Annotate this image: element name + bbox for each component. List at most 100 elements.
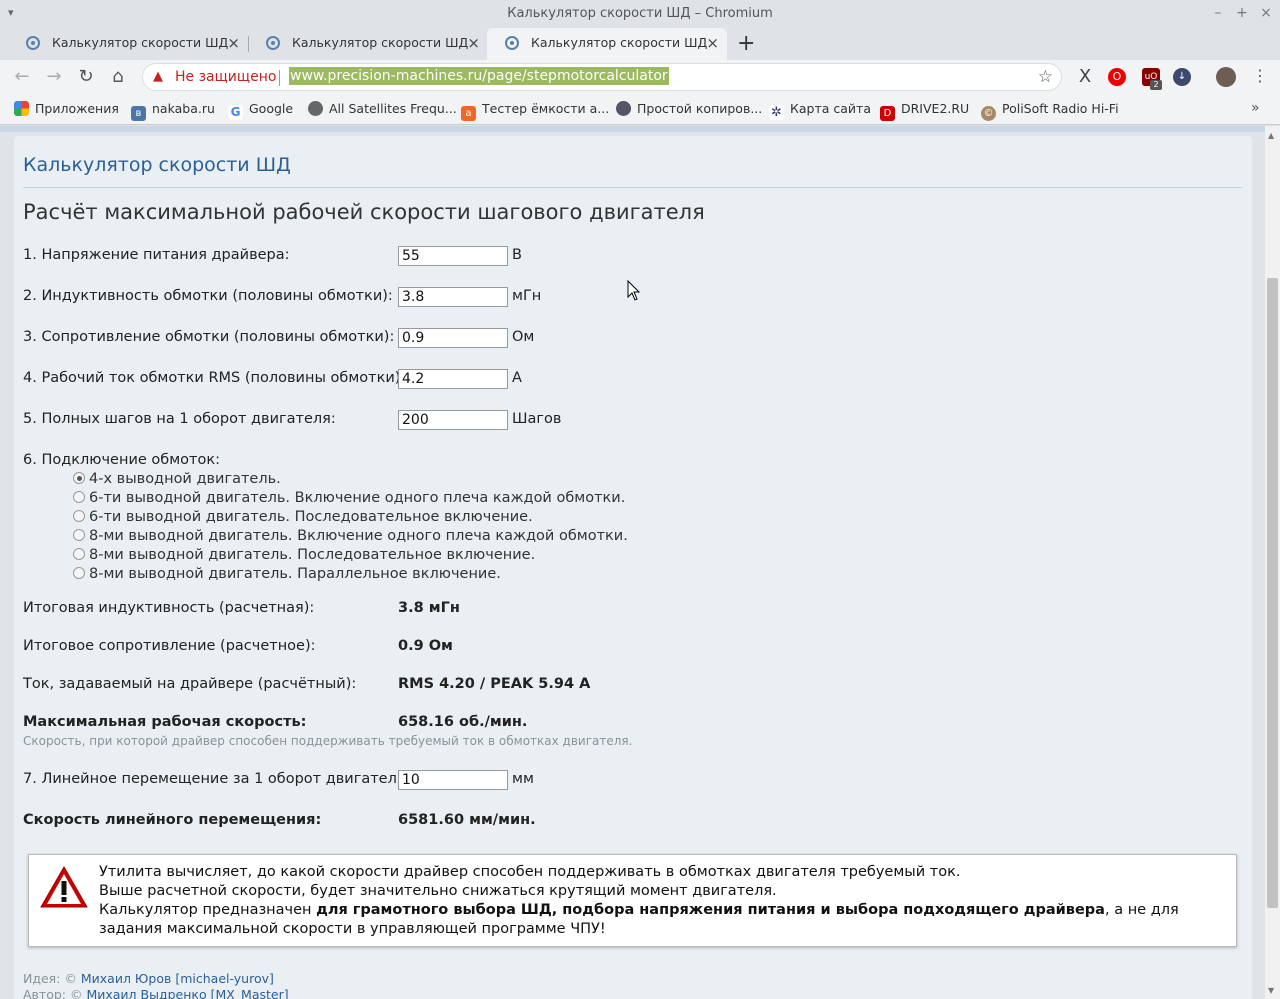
notice-line-2: Выше расчетной скорости, будет значитель… <box>99 883 777 899</box>
inductance-input[interactable] <box>398 287 508 307</box>
credit-idea-link[interactable]: Михаил Юров [michael-yurov] <box>81 971 274 986</box>
maximize-icon[interactable]: + <box>1234 5 1250 21</box>
bookmark-tester[interactable]: a Тестер ёмкости а... <box>461 101 609 121</box>
x-extension-icon[interactable]: X <box>1076 68 1094 86</box>
option-label: 4-х выводной двигатель. <box>89 471 281 487</box>
tab-1[interactable]: Калькулятор скорости ШД × <box>8 28 248 60</box>
option-label: 8-ми выводной двигатель. Параллельное вк… <box>89 566 501 582</box>
bookmark-polisoft[interactable]: © PoliSoft Radio Hi-Fi <box>981 101 1119 121</box>
globe-icon <box>308 101 323 116</box>
tab-close-icon[interactable]: × <box>227 34 240 52</box>
browser-toolbar: ← → ↻ ⌂ ▲ Не защищено www.precision-mach… <box>0 60 1280 94</box>
tab-close-icon[interactable]: × <box>467 34 480 52</box>
bookmark-apps[interactable]: Приложения <box>14 101 119 116</box>
option-label: 8-ми выводной двигатель. Последовательно… <box>89 547 536 563</box>
bookmark-label: PoliSoft Radio Hi-Fi <box>1002 101 1119 116</box>
linear-label: 7. Линейное перемещение за 1 оборот двиг… <box>23 771 411 787</box>
bookmark-label: Google <box>249 101 294 116</box>
linear-input[interactable] <box>398 770 508 790</box>
tab-2[interactable]: Калькулятор скорости ШД × <box>248 28 488 60</box>
bookmarks-overflow-icon[interactable]: » <box>1251 100 1260 116</box>
tab-label: Калькулятор скорости ШД <box>292 35 469 50</box>
aliexpress-icon: a <box>461 106 476 121</box>
option-label: 8-ми выводной двигатель. Включение одног… <box>89 528 628 544</box>
close-window-icon[interactable]: × <box>1258 5 1274 21</box>
forward-icon[interactable]: → <box>43 66 65 88</box>
bookmark-sitemap[interactable]: ✲ Карта сайта <box>769 101 871 120</box>
linear-speed-value: 6581.60 мм/мин. <box>398 812 536 828</box>
url-text[interactable]: www.precision-machines.ru/page/stepmotor… <box>289 67 669 85</box>
voltage-input[interactable] <box>398 246 508 266</box>
connection-option-5[interactable]: 8-ми выводной двигатель. Последовательно… <box>73 547 535 563</box>
warning-notice: Утилита вычисляет, до какой скорости дра… <box>28 854 1237 947</box>
connection-option-4[interactable]: 8-ми выводной двигатель. Включение одног… <box>73 528 628 544</box>
radio[interactable] <box>73 491 85 503</box>
radio[interactable] <box>73 567 85 579</box>
address-bar[interactable]: ▲ Не защищено www.precision-machines.ru/… <box>142 63 1062 91</box>
credit-prefix: Автор: © <box>23 987 87 999</box>
tab-close-icon[interactable]: × <box>706 34 719 52</box>
resistance-input[interactable] <box>398 328 508 348</box>
notice-line-3-start: Калькулятор предназначен <box>99 902 317 918</box>
radio[interactable] <box>73 529 85 541</box>
new-tab-icon[interactable]: + <box>737 31 755 56</box>
bookmark-copier[interactable]: Простой копиров... <box>616 101 762 116</box>
total-inductance-value: 3.8 мГн <box>398 600 460 616</box>
download-extension-icon[interactable]: ↓ <box>1173 68 1191 86</box>
bookmark-label: Приложения <box>35 101 119 116</box>
tab-3-active[interactable]: Калькулятор скорости ШД × <box>487 28 727 60</box>
current-input[interactable] <box>398 369 508 389</box>
heading-divider <box>23 187 1242 188</box>
back-icon[interactable]: ← <box>11 66 33 88</box>
vk-icon: в <box>131 106 146 121</box>
driver-current-label: Ток, задаваемый на драйвере (расчётный): <box>23 676 357 692</box>
bookmark-star-icon[interactable]: ☆ <box>1038 67 1053 87</box>
polisoft-icon: © <box>981 106 996 121</box>
inductance-unit: мГн <box>512 288 542 304</box>
option-label: 6-ти выводной двигатель. Включение одног… <box>89 490 626 506</box>
bookmark-satellites[interactable]: All Satellites Frequ... <box>308 101 457 116</box>
drive2-icon: D <box>880 106 895 121</box>
connection-option-2[interactable]: 6-ти выводной двигатель. Включение одног… <box>73 490 625 506</box>
steps-label: 5. Полных шагов на 1 оборот двигателя: <box>23 411 336 427</box>
minimize-icon[interactable]: – <box>1210 5 1226 21</box>
steps-input[interactable] <box>398 410 508 430</box>
home-icon[interactable]: ⌂ <box>107 66 129 88</box>
bookmark-google[interactable]: G Google <box>228 101 293 120</box>
total-resistance-value: 0.9 Ом <box>398 638 453 654</box>
notice-text: Утилита вычисляет, до какой скорости дра… <box>99 863 1229 939</box>
total-inductance-label: Итоговая индуктивность (расчетная): <box>23 600 315 616</box>
opera-extension-icon[interactable]: O <box>1108 68 1126 86</box>
reload-icon[interactable]: ↻ <box>75 66 97 88</box>
notice-line-3-bold: для грамотного выбора ШД, подбора напряж… <box>316 902 1105 918</box>
connection-option-6[interactable]: 8-ми выводной двигатель. Параллельное вк… <box>73 566 501 582</box>
scrollbar-thumb[interactable] <box>1267 278 1278 908</box>
credit-author-link[interactable]: Михаил Выдренко [MX_Master] <box>86 987 288 999</box>
radio[interactable] <box>73 510 85 522</box>
headphones-icon <box>616 101 631 116</box>
resistance-label: 3. Сопротивление обмотки (половины обмот… <box>23 329 395 345</box>
connection-option-1[interactable]: 4-х выводной двигатель. <box>73 471 281 487</box>
scroll-down-icon[interactable]: ▼ <box>1268 986 1274 995</box>
security-status[interactable]: Не защищено <box>175 69 276 85</box>
address-separator <box>279 70 280 86</box>
window-title: Калькулятор скорости ШД – Chromium <box>507 6 773 21</box>
connection-option-3[interactable]: 6-ти выводной двигатель. Последовательно… <box>73 509 533 525</box>
warning-icon[interactable]: ▲ <box>153 69 163 84</box>
menu-kebab-icon[interactable]: ⋮ <box>1252 66 1268 85</box>
bookmark-label: nakaba.ru <box>152 101 215 116</box>
scroll-up-icon[interactable]: ▲ <box>1268 131 1274 140</box>
page-heading: Калькулятор скорости ШД <box>23 154 291 176</box>
profile-avatar[interactable] <box>1216 67 1236 87</box>
calculator-title: Расчёт максимальной рабочей скорости шаг… <box>23 200 705 224</box>
radio-selected[interactable] <box>73 472 85 484</box>
bookmark-nakaba[interactable]: в nakaba.ru <box>131 101 215 121</box>
option-label: 6-ти выводной двигатель. Последовательно… <box>89 509 533 525</box>
notice-line-1: Утилита вычисляет, до какой скорости дра… <box>99 864 961 880</box>
bookmark-label: DRIVE2.RU <box>901 101 970 116</box>
radio[interactable] <box>73 548 85 560</box>
tab-favicon-icon <box>26 36 40 50</box>
bookmark-drive2[interactable]: D DRIVE2.RU <box>880 101 969 121</box>
driver-current-value: RMS 4.20 / PEAK 5.94 A <box>398 676 591 692</box>
credit-prefix: Идея: © <box>23 971 81 986</box>
